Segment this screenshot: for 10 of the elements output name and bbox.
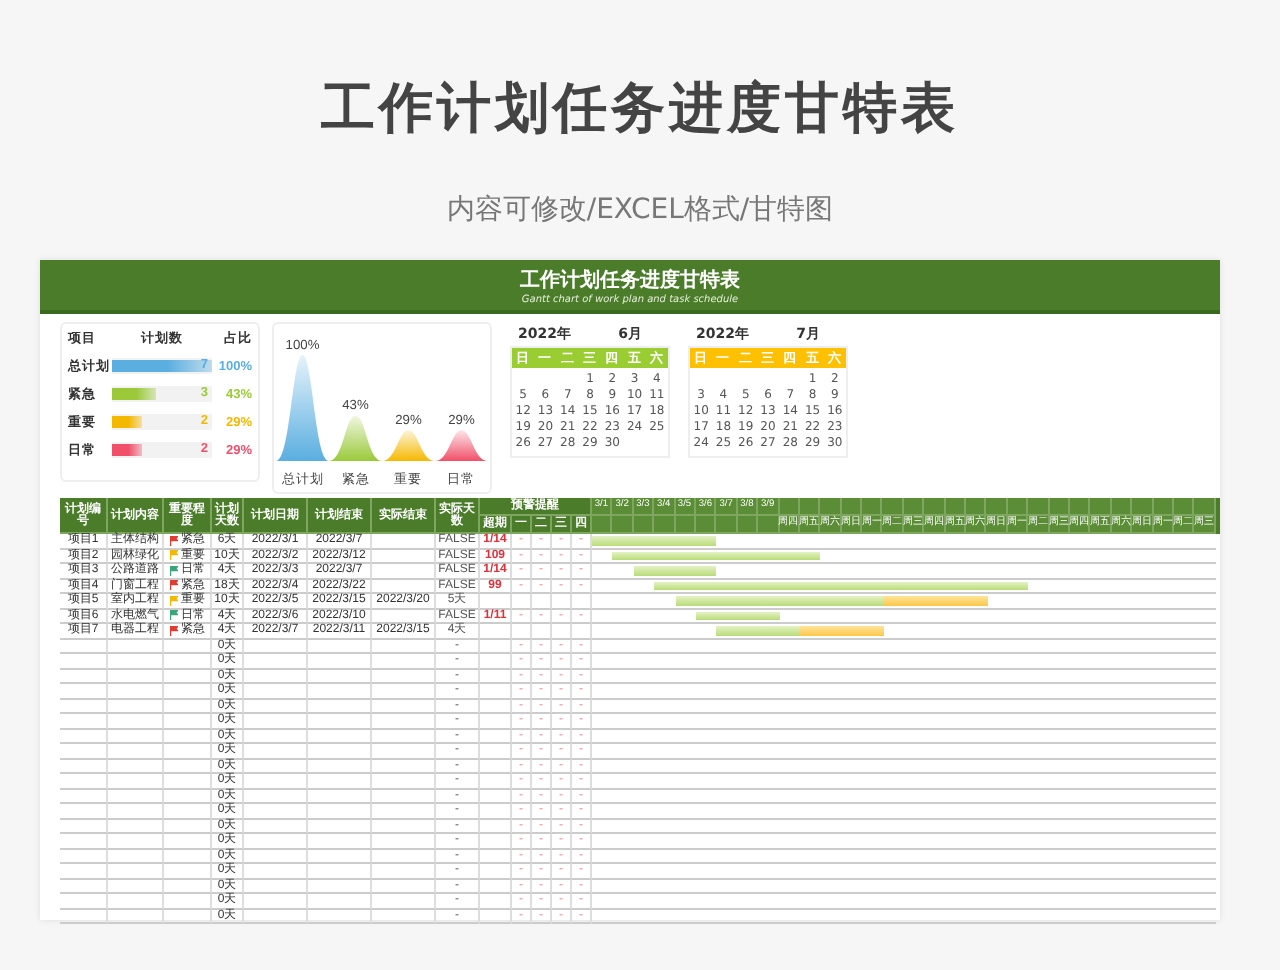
gantt-bar xyxy=(696,611,780,620)
peak-shape xyxy=(435,430,488,461)
gantt-bar xyxy=(592,536,717,545)
overrun-bar xyxy=(883,596,988,605)
gantt-bar xyxy=(716,626,800,635)
page-title: 工作计划任务进度甘特表 xyxy=(319,76,961,144)
page-subtitle: 内容可修改/EXCEL格式/甘特图 xyxy=(444,192,836,228)
gantt-bar xyxy=(633,566,717,575)
sheet-title: 工作计划任务进度甘特表 xyxy=(520,266,740,293)
overrun-bar xyxy=(800,626,884,635)
